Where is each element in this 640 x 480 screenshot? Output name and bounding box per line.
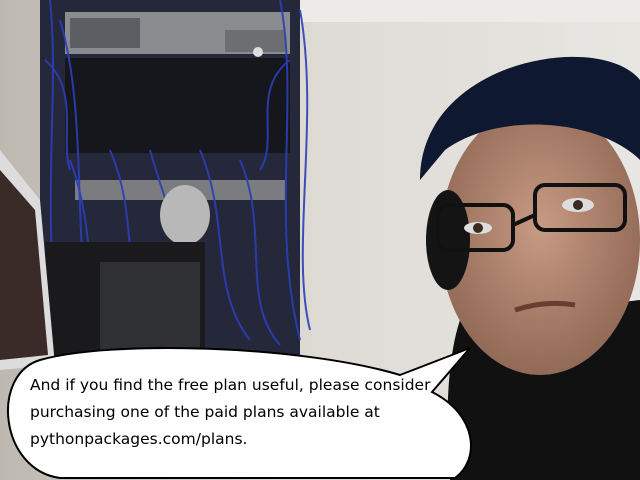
- speech-bubble-text: And if you find the free plan useful, pl…: [30, 376, 431, 448]
- ceiling-edge: [300, 0, 640, 22]
